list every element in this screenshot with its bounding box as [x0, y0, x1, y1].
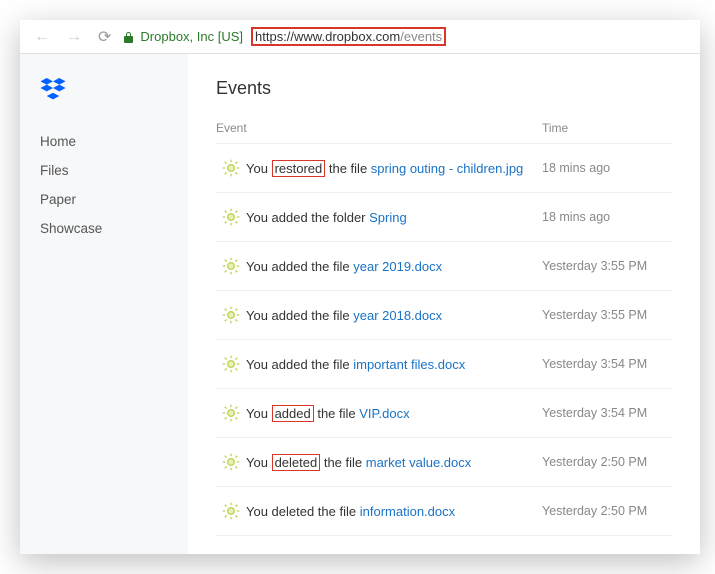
event-row[interactable]: You restored the file spring outing - ch…: [216, 144, 672, 193]
event-description: You deleted the file market value.docx: [246, 455, 542, 470]
activity-icon: [216, 256, 246, 276]
event-row[interactable]: You deleted the file market value.docxYe…: [216, 438, 672, 487]
main-content: Events Event Time You restored the file …: [188, 54, 700, 554]
event-prefix: You added the folder: [246, 210, 369, 225]
activity-icon: [216, 158, 246, 178]
event-target-link[interactable]: VIP.docx: [359, 406, 409, 421]
event-mid: the file: [320, 455, 366, 470]
event-prefix: You: [246, 406, 272, 421]
event-time: Yesterday 3:55 PM: [542, 259, 672, 273]
event-verb: restored: [272, 160, 326, 177]
event-target-link[interactable]: Spring: [369, 210, 407, 225]
event-target-link[interactable]: year 2019.docx: [353, 259, 442, 274]
event-verb: added: [272, 405, 314, 422]
url-host: https://www.dropbox.com: [255, 29, 400, 44]
col-header-event: Event: [216, 121, 542, 135]
event-prefix: You added the file: [246, 357, 353, 372]
event-time: Yesterday 3:55 PM: [542, 308, 672, 322]
back-button[interactable]: ←: [30, 28, 54, 46]
event-prefix: You added the file: [246, 259, 353, 274]
sidebar-item-showcase[interactable]: Showcase: [40, 214, 168, 243]
activity-icon: [216, 305, 246, 325]
activity-icon: [216, 403, 246, 423]
event-description: You restored the file spring outing - ch…: [246, 161, 542, 176]
event-row[interactable]: You added the file important files.docxY…: [216, 340, 672, 389]
sidebar-item-home[interactable]: Home: [40, 127, 168, 156]
app-body: Home Files Paper Showcase Events Event T…: [20, 54, 700, 554]
event-row[interactable]: You added the file year 2018.docxYesterd…: [216, 291, 672, 340]
event-description: You added the file VIP.docx: [246, 406, 542, 421]
event-row[interactable]: You added the folder Spring18 mins ago: [216, 193, 672, 242]
event-row[interactable]: You added the file year 2019.docxYesterd…: [216, 242, 672, 291]
event-description: You added the folder Spring: [246, 210, 542, 225]
sidebar: Home Files Paper Showcase: [20, 54, 188, 554]
event-description: You added the file year 2019.docx: [246, 259, 542, 274]
page-title: Events: [216, 78, 672, 99]
dropbox-logo[interactable]: [40, 78, 168, 105]
sidebar-item-paper[interactable]: Paper: [40, 185, 168, 214]
activity-icon: [216, 207, 246, 227]
forward-button[interactable]: →: [62, 28, 86, 46]
event-time: Yesterday 2:50 PM: [542, 504, 672, 518]
event-list: You restored the file spring outing - ch…: [216, 144, 672, 536]
event-row[interactable]: You deleted the file information.docxYes…: [216, 487, 672, 536]
dropbox-icon: [40, 78, 66, 100]
activity-icon: [216, 452, 246, 472]
url-path: /events: [400, 29, 442, 44]
secure-indicator: Dropbox, Inc [US]: [123, 29, 243, 44]
event-description: You added the file important files.docx: [246, 357, 542, 372]
event-time: Yesterday 3:54 PM: [542, 406, 672, 420]
event-target-link[interactable]: important files.docx: [353, 357, 465, 372]
event-prefix: You: [246, 455, 272, 470]
event-target-link[interactable]: information.docx: [360, 504, 455, 519]
event-prefix: You added the file: [246, 308, 353, 323]
reload-button[interactable]: ⟳: [94, 27, 115, 47]
browser-toolbar: ← → ⟳ Dropbox, Inc [US] https://www.drop…: [20, 20, 700, 54]
column-headers: Event Time: [216, 121, 672, 144]
event-time: Yesterday 2:50 PM: [542, 455, 672, 469]
event-time: Yesterday 3:54 PM: [542, 357, 672, 371]
event-verb: deleted: [272, 454, 321, 471]
event-prefix: You: [246, 161, 272, 176]
event-description: You deleted the file information.docx: [246, 504, 542, 519]
col-header-time: Time: [542, 121, 672, 135]
event-target-link[interactable]: year 2018.docx: [353, 308, 442, 323]
event-time: 18 mins ago: [542, 161, 672, 175]
lock-icon: [123, 31, 134, 43]
secure-label: Dropbox, Inc [US]: [140, 29, 243, 44]
sidebar-item-files[interactable]: Files: [40, 156, 168, 185]
event-target-link[interactable]: spring outing - children.jpg: [371, 161, 523, 176]
event-target-link[interactable]: market value.docx: [366, 455, 472, 470]
activity-icon: [216, 501, 246, 521]
address-bar[interactable]: https://www.dropbox.com/events: [251, 27, 690, 46]
event-description: You added the file year 2018.docx: [246, 308, 542, 323]
event-mid: the file: [314, 406, 360, 421]
url-highlighted: https://www.dropbox.com/events: [251, 27, 446, 46]
event-mid: the file: [325, 161, 371, 176]
event-row[interactable]: You added the file VIP.docxYesterday 3:5…: [216, 389, 672, 438]
window: ← → ⟳ Dropbox, Inc [US] https://www.drop…: [20, 20, 700, 554]
activity-icon: [216, 354, 246, 374]
event-prefix: You deleted the file: [246, 504, 360, 519]
event-time: 18 mins ago: [542, 210, 672, 224]
